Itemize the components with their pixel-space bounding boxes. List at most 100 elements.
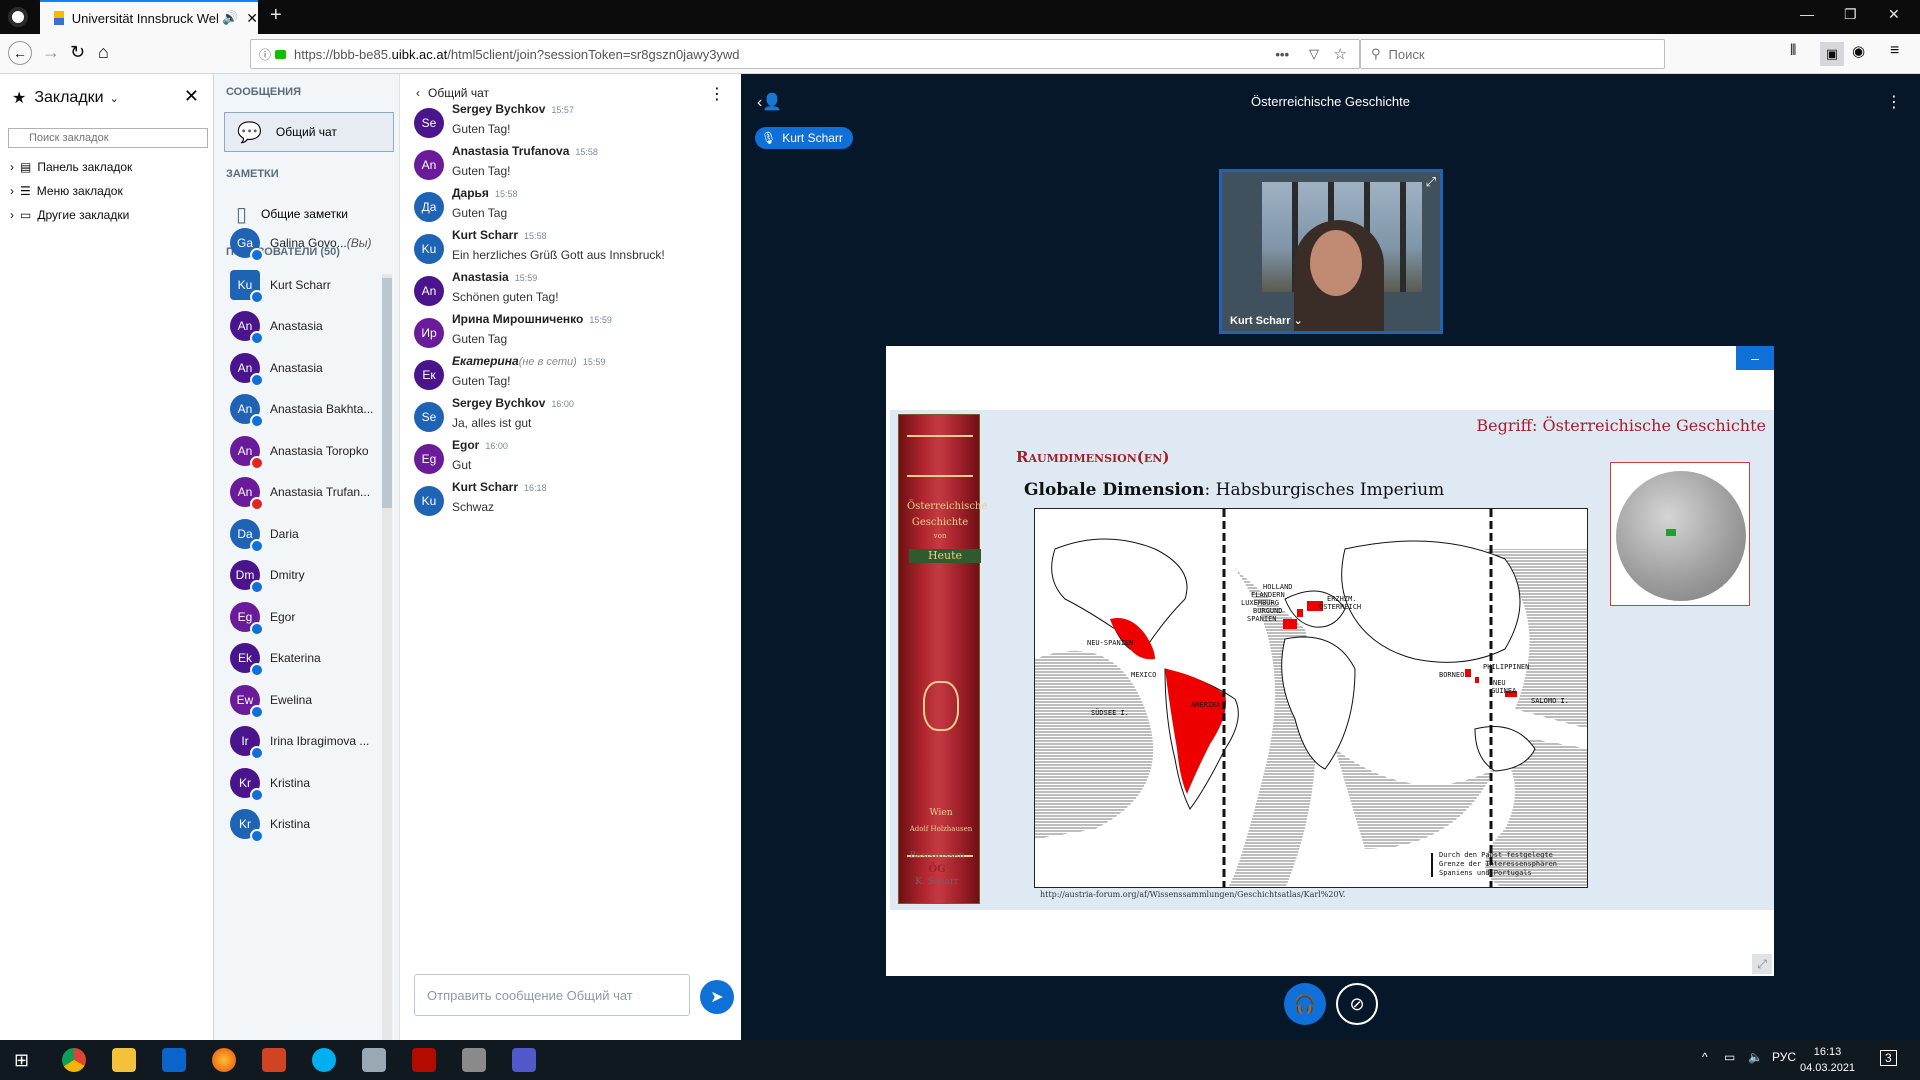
windows-start-icon[interactable]: ⊞ (14, 1048, 38, 1072)
user-name-text: Daria (270, 526, 299, 541)
webcam-user-label[interactable]: Kurt Scharr ⌄ (1230, 314, 1303, 327)
send-icon: ➤ (710, 989, 724, 1006)
minimize-window-icon[interactable]: — (1800, 6, 1814, 22)
tab-close-icon[interactable]: ✕ (246, 10, 258, 27)
browser-logo-icon[interactable] (8, 7, 28, 27)
new-tab-button[interactable]: + (270, 4, 282, 27)
user-list-item[interactable]: Kr Kristina (230, 799, 380, 849)
book-band: Heute (909, 549, 981, 563)
speaker-icon[interactable]: 🔊 (222, 10, 238, 26)
bookmark-folder-toolbar[interactable]: › ▤ Панель закладок (10, 160, 132, 174)
chat-input-placeholder: Отправить сообщение Общий чат (427, 987, 633, 1003)
page-actions-icon[interactable]: ••• (1275, 47, 1289, 62)
presentation-area: ‹👤 Österreichische Geschichte ⋮ 🎙 Kurt S… (741, 74, 1920, 1040)
webcam-video[interactable]: Kurt Scharr ⌄ ⤢ (1219, 169, 1443, 334)
fullscreen-presentation-icon[interactable]: ⤢ (1752, 954, 1772, 974)
reload-icon[interactable]: ↻ (70, 42, 85, 63)
book-title-line: Österreichische (907, 501, 988, 512)
url-bar[interactable]: ⓘ https://bbb-be85. uibk.ac.at/html5clien… (250, 39, 1360, 69)
public-chat-button[interactable]: 💬 Общий чат (224, 112, 394, 152)
video-off-icon: ⊘ (1349, 993, 1365, 1014)
bookmarks-search-input[interactable]: Поиск закладок (8, 128, 208, 148)
outlook-icon[interactable] (162, 1048, 186, 1072)
user-name-text: Galina Govo... (270, 236, 347, 250)
back-arrow-icon[interactable]: ← (8, 41, 32, 65)
firefox-icon[interactable] (212, 1048, 236, 1072)
user-avatar: An (230, 394, 264, 428)
options-menu-icon[interactable]: ⋮ (1886, 92, 1902, 112)
message-text: Schwaz (452, 500, 495, 514)
close-window-icon[interactable]: ✕ (1888, 6, 1900, 23)
user-name: Ekaterina (270, 651, 380, 665)
leave-audio-button[interactable]: 🎧 (1284, 983, 1326, 1025)
user-avatar: Da (230, 518, 264, 553)
printer-app-icon[interactable] (462, 1048, 486, 1072)
send-message-button[interactable]: ➤ (700, 980, 734, 1014)
avatar-initials: Ek (237, 651, 252, 665)
chat-message: Ku Kurt Scharr 15:58 Ein herzliches Grüß Go… (414, 228, 734, 268)
bookmark-folder-menu[interactable]: › ☰ Меню закладок (10, 184, 123, 198)
volume-icon[interactable]: 🔈 (1748, 1050, 1763, 1064)
teams-icon[interactable] (512, 1048, 536, 1072)
book-publisher-line: Adolf Holzhausen (909, 825, 973, 833)
chat-header[interactable]: ‹ Общий чат (416, 86, 489, 100)
subheading-bold: Globale Dimension (1024, 480, 1205, 500)
file-explorer-icon[interactable] (112, 1048, 136, 1072)
book-publisher: Wien Adolf Holzhausen (905, 805, 977, 837)
notifications-icon[interactable]: 3 (1880, 1050, 1897, 1066)
bookmarks-sidebar-header[interactable]: ★ Закладки ⌄ (12, 88, 119, 108)
skype-icon[interactable] (312, 1048, 336, 1072)
powerpoint-icon[interactable] (262, 1048, 286, 1072)
chevron-right-icon: › (10, 184, 14, 198)
satellite-app-icon[interactable] (362, 1048, 386, 1072)
close-icon[interactable]: ✕ (184, 86, 199, 107)
browser-tab-active[interactable]: Universität Innsbruck Webc 🔊 ✕ (40, 0, 258, 34)
share-webcam-button[interactable]: ⊘ (1336, 983, 1378, 1025)
minimize-presentation-button[interactable]: – (1736, 346, 1774, 370)
language-indicator[interactable]: РУС (1772, 1050, 1796, 1064)
talking-indicator[interactable]: 🎙 Kurt Scharr (755, 127, 853, 149)
search-input[interactable]: ⚲ Поиск (1360, 39, 1665, 69)
account-icon[interactable]: ◉ (1852, 42, 1865, 60)
user-name: Kristina (270, 776, 380, 790)
chat-options-icon[interactable]: ⋮ (709, 84, 725, 104)
map-label: BORNEO (1439, 671, 1465, 679)
info-icon[interactable]: ⓘ (259, 46, 271, 63)
bookmark-star-icon[interactable]: ☆ (1334, 45, 1347, 63)
avatar-initials: Ku (421, 242, 437, 256)
tray-chevron-icon[interactable]: ^ (1702, 1050, 1708, 1064)
meeting-title: Österreichische Geschichte (1251, 94, 1410, 109)
pocket-icon[interactable]: ▽ (1309, 46, 1319, 62)
bookmark-folder-other[interactable]: › ▭ Другие закладки (10, 208, 129, 222)
chevron-left-icon[interactable]: ‹ (416, 86, 420, 100)
user-avatar: Dm (230, 560, 264, 594)
browser-nav-bar: ← → ↻ ⌂ ⓘ https://bbb-be85. uibk.ac.at/ht… (0, 34, 1920, 74)
chevron-right-icon: › (10, 208, 14, 222)
browser-tab-bar: Universität Innsbruck Webc 🔊 ✕ + — ❐ ✕ (0, 0, 1920, 34)
forward-arrow-icon[interactable]: → (42, 42, 60, 63)
library-icon[interactable]: ⫴ (1790, 42, 1796, 59)
map-label: PHILIPPINEN (1483, 663, 1530, 671)
chat-message-input[interactable]: Отправить сообщение Общий чат (414, 974, 690, 1016)
message-time: 16:00 (485, 441, 508, 451)
chrome-icon[interactable] (62, 1048, 86, 1072)
user-list-scrollbar[interactable] (382, 274, 392, 1040)
scrollbar-thumb[interactable] (382, 278, 392, 508)
network-icon[interactable]: ▭ (1724, 1050, 1735, 1064)
user-avatar: An (230, 352, 264, 387)
message-author: Anastasia 15:59 (452, 270, 537, 284)
user-avatar: Ga (230, 228, 264, 262)
clock[interactable]: 16:13 04.03.2021 (1800, 1044, 1855, 1076)
sidebar-toggle-icon[interactable]: ▣ (1820, 42, 1844, 66)
fullscreen-icon[interactable]: ⤢ (1426, 174, 1436, 190)
message-avatar: Eg (414, 444, 444, 474)
home-icon[interactable]: ⌂ (98, 42, 109, 63)
acrobat-icon[interactable] (412, 1048, 436, 1072)
avatar-initials: An (237, 402, 253, 416)
slide-topic-heading: Begriff: Österreichische Geschichte (1476, 416, 1766, 435)
book-title-line: von (933, 532, 947, 540)
restore-window-icon[interactable]: ❐ (1844, 6, 1857, 23)
message-author-name: Дарья (452, 186, 489, 200)
menu-hamburger-icon[interactable]: ≡ (1890, 42, 1899, 60)
user-you-suffix: (Вы) (346, 236, 372, 250)
